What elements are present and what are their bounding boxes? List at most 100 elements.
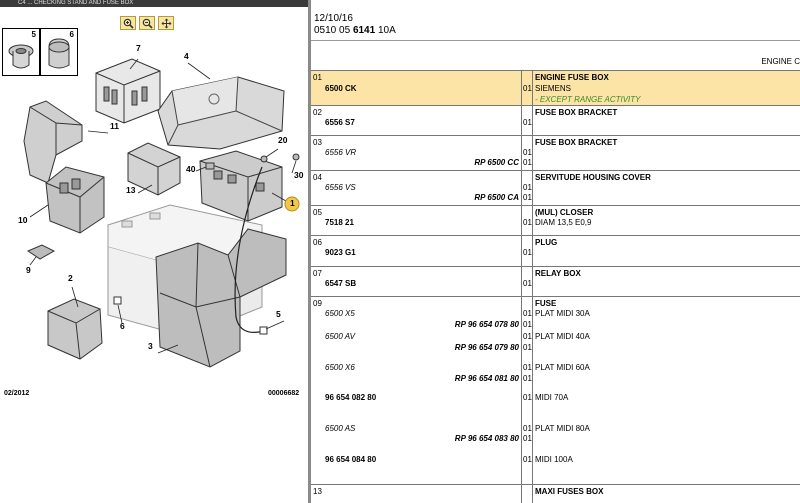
row-number: 09 [313, 299, 322, 308]
replacement-part[interactable]: RP 6500 CC [474, 158, 519, 167]
quantity: 01 [523, 374, 532, 383]
quantity: 01 [523, 434, 532, 443]
housing-10-drawing[interactable] [45, 166, 105, 234]
quantity: 01 [523, 84, 532, 93]
parts-row-03[interactable]: 03 6556 VR 01 RP 6500 CC 01 FUSE BOX BRA… [311, 136, 800, 171]
quantity: 01 [523, 455, 532, 464]
row-number: 02 [313, 108, 322, 117]
part-title: FUSE BOX BRACKET [535, 138, 618, 147]
replacement-part[interactable]: RP 96 654 083 80 [455, 434, 519, 443]
parts-row-01[interactable]: 01 6500 CK 01 ENGINE FUSE BOX SIEMENS - … [311, 71, 800, 106]
plug-6-marker [113, 296, 122, 305]
fuse-box-cover-drawing[interactable] [157, 76, 285, 150]
alt-part-number[interactable]: 6500 AS [325, 424, 355, 433]
maxi-fuse-box-drawing[interactable] [127, 142, 181, 196]
replacement-part[interactable]: RP 96 654 078 80 [455, 320, 519, 329]
part-description: DIAM 13,5 E0,9 [535, 218, 592, 227]
part-number[interactable]: 6500 CK [325, 84, 357, 93]
callout-13[interactable]: 13 [126, 185, 135, 195]
part-title: SERVITUDE HOUSING COVER [535, 173, 651, 182]
engine-column-header: ENGINE C [761, 57, 800, 66]
callout-40[interactable]: 40 [186, 164, 195, 174]
exploded-diagram [23, 58, 300, 368]
part-description: PLAT MIDI 40A [535, 332, 590, 341]
diagram-date-code: 02/2012 [4, 390, 30, 397]
parts-table: 01 6500 CK 01 ENGINE FUSE BOX SIEMENS - … [311, 71, 800, 503]
parts-row-07[interactable]: 07 6547 SB 01 RELAY BOX [311, 267, 800, 297]
parts-row-02[interactable]: 02 6556 S7 01 FUSE BOX BRACKET [311, 106, 800, 136]
callout-3[interactable]: 3 [148, 341, 153, 351]
alt-part-number[interactable]: 6556 VS [325, 183, 356, 192]
replacement-part[interactable]: RP 96 654 081 80 [455, 374, 519, 383]
callout-30[interactable]: 30 [294, 170, 303, 180]
part-number[interactable]: 9023 G1 [325, 248, 356, 257]
callout-10[interactable]: 10 [18, 215, 27, 225]
catalog-date: 12/10/16 [314, 13, 353, 24]
alt-part-number[interactable]: 6556 VR [325, 148, 356, 157]
part-title: ENGINE FUSE BOX [535, 73, 609, 82]
clip-9-drawing[interactable] [26, 244, 56, 260]
part-number[interactable]: 7518 21 [325, 218, 354, 227]
quantity: 01 [523, 320, 532, 329]
part-description: SIEMENS [535, 84, 572, 93]
parts-catalog-window: C4 ... CHECKING STAND AND FUSE BOX 5 6 7… [0, 0, 800, 503]
parts-row-04[interactable]: 04 6556 VS 01 RP 6500 CA 01 SERVITUDE HO… [311, 171, 800, 206]
parts-row-05[interactable]: 05 7518 21 01 (MUL) CLOSER DIAM 13,5 E0,… [311, 206, 800, 236]
diagram-drawing-number: 00006682 [268, 390, 300, 397]
row-number: 03 [313, 138, 322, 147]
part-description: MIDI 100A [535, 455, 573, 464]
part-description: PLAT MIDI 60A [535, 363, 590, 372]
header-divider [311, 40, 800, 41]
row-number: 05 [313, 208, 322, 217]
quantity: 01 [523, 343, 532, 352]
callout-2[interactable]: 2 [68, 273, 73, 283]
quantity: 01 [523, 248, 532, 257]
callout-5[interactable]: 5 [276, 309, 281, 319]
part-title: RELAY BOX [535, 269, 581, 278]
quantity: 01 [523, 148, 532, 157]
ref-bold: 6141 [352, 25, 376, 36]
alt-part-number[interactable]: 6500 AV [325, 332, 355, 341]
row-number: 04 [313, 173, 322, 182]
callout-6[interactable]: 6 [120, 321, 125, 331]
part-title: MAXI FUSES BOX [535, 487, 604, 496]
quantity: 01 [523, 158, 532, 167]
callout-4[interactable]: 4 [184, 51, 189, 61]
part-number[interactable]: 6556 S7 [325, 118, 355, 127]
part-number[interactable]: 6547 SB [325, 279, 356, 288]
parts-row-06[interactable]: 06 9023 G1 01 PLUG [311, 236, 800, 267]
screw-30-drawing[interactable] [292, 153, 300, 161]
quantity: 01 [523, 363, 532, 372]
callout-7[interactable]: 7 [136, 43, 141, 53]
alt-part-number[interactable]: 6500 X5 [325, 309, 355, 318]
row-number: 07 [313, 269, 322, 278]
quantity: 01 [523, 279, 532, 288]
quantity: 01 [523, 193, 532, 202]
replacement-part[interactable]: RP 96 654 079 80 [455, 343, 519, 352]
part-number[interactable]: 96 654 082 80 [325, 393, 376, 402]
callout-11[interactable]: 11 [110, 121, 119, 131]
engine-fuse-box-drawing[interactable] [199, 150, 283, 222]
callout-1[interactable]: 1 [290, 198, 295, 208]
bracket-2-drawing[interactable] [47, 298, 103, 360]
replacement-part[interactable]: RP 6500 CA [474, 193, 519, 202]
quantity: 01 [523, 309, 532, 318]
part-number[interactable]: 96 654 084 80 [325, 455, 376, 464]
parts-row-09[interactable]: 09 FUSE 6500 X5 01 PLAT MIDI 30A RP 96 6… [311, 297, 800, 485]
part-title: FUSE [535, 299, 557, 308]
window-title: C4 ... CHECKING STAND AND FUSE BOX [0, 0, 310, 7]
callout-9[interactable]: 9 [26, 265, 31, 275]
relay-box-drawing[interactable] [95, 58, 161, 124]
diagram-pane[interactable]: 5 6 7 4 11 20 40 30 13 1 10 9 2 5 6 3 02… [0, 7, 308, 503]
parts-list-pane: 12/10/16 0510 05 6141 10A ENGINE C 01 65… [311, 0, 800, 503]
part-description: MIDI 70A [535, 393, 569, 402]
part-description: PLAT MIDI 30A [535, 309, 590, 318]
quantity: 01 [523, 183, 532, 192]
quantity: 01 [523, 118, 532, 127]
part-title: FUSE BOX BRACKET [535, 108, 618, 117]
parts-row-13[interactable]: 13 MAXI FUSES BOX [311, 485, 800, 503]
catalog-reference: 0510 05 6141 10A [314, 25, 396, 36]
alt-part-number[interactable]: 6500 X6 [325, 363, 355, 372]
clip-40-drawing[interactable] [205, 162, 215, 170]
callout-20[interactable]: 20 [278, 135, 287, 145]
